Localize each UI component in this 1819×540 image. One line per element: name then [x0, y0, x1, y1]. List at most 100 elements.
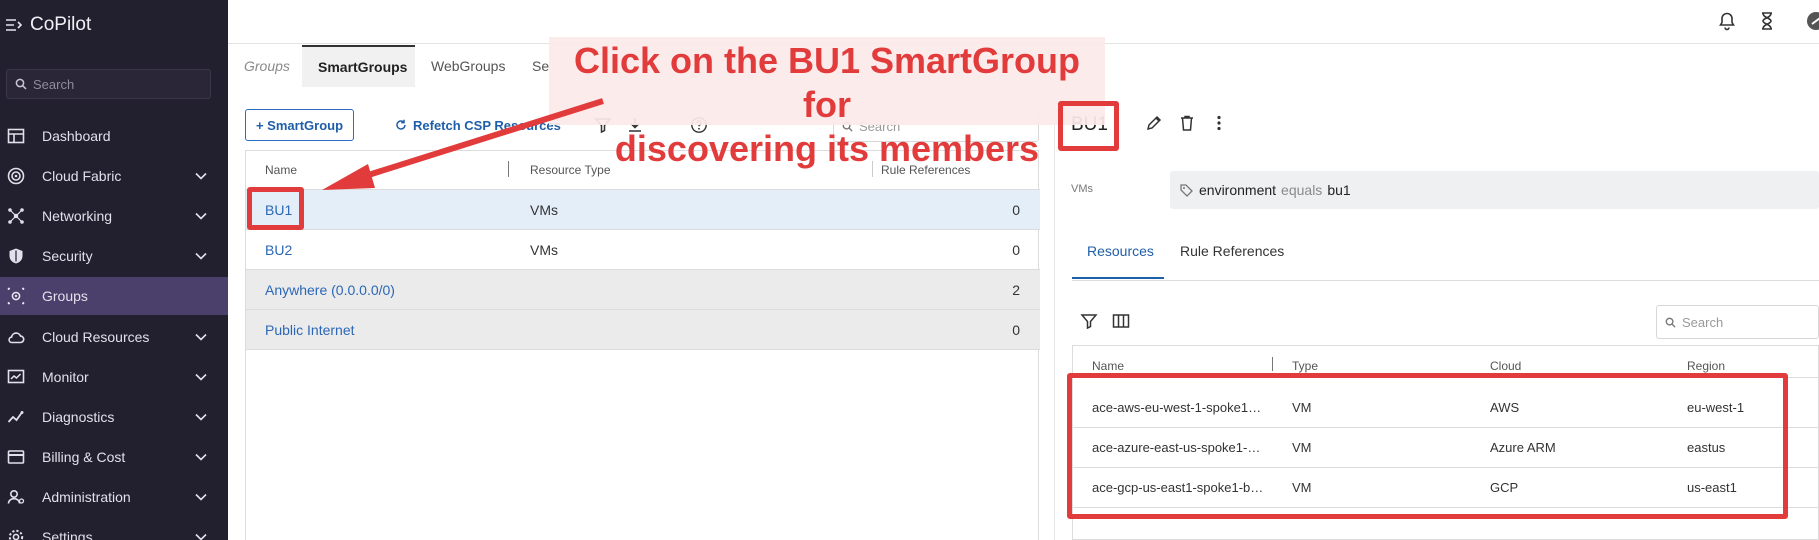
- sidebar-item-cloud-fabric[interactable]: Cloud Fabric: [0, 157, 228, 195]
- resources-search-input[interactable]: Search: [1656, 305, 1819, 339]
- sidebar-item-dashboard[interactable]: Dashboard: [0, 117, 228, 155]
- tab-resources[interactable]: Resources: [1072, 243, 1164, 279]
- group-name-link[interactable]: BU2: [265, 242, 292, 258]
- sidebar-item-administration[interactable]: Administration: [0, 478, 228, 516]
- sidebar-item-label: Billing & Cost: [42, 449, 126, 465]
- bell-icon[interactable]: [1717, 11, 1737, 31]
- highlight-bu1-row: [247, 187, 304, 230]
- chevron-down-icon: [195, 172, 207, 180]
- refetch-csp-resources-button[interactable]: Refetch CSP Resources: [395, 112, 561, 138]
- resource-type: VMs: [530, 242, 558, 258]
- rule-references-count: 2: [1012, 282, 1020, 298]
- tab-underline: [1072, 280, 1819, 281]
- networking-icon: [8, 208, 24, 224]
- column-header-type[interactable]: Type: [1292, 359, 1318, 373]
- sidebar-item-label: Dashboard: [42, 128, 111, 144]
- annotation-text: Click on the BU1 SmartGroup for discover…: [549, 39, 1105, 171]
- column-resize-handle[interactable]: [508, 161, 509, 177]
- chevron-down-icon: [195, 413, 207, 421]
- sidebar-item-monitor[interactable]: Monitor: [0, 358, 228, 396]
- brand[interactable]: CoPilot: [6, 12, 91, 38]
- cloud-fabric-icon: [7, 167, 25, 185]
- sidebar-item-label: Monitor: [42, 369, 89, 385]
- sidebar-item-diagnostics[interactable]: Diagnostics: [0, 398, 228, 436]
- column-header-region[interactable]: Region: [1687, 359, 1725, 373]
- tab-smartgroups[interactable]: SmartGroups: [302, 45, 415, 87]
- highlight-detail-title: [1058, 101, 1119, 151]
- filter-icon[interactable]: [1080, 312, 1098, 330]
- table-row[interactable]: BU2 VMs 0: [246, 230, 1040, 270]
- administration-icon: [7, 489, 25, 504]
- column-header-name[interactable]: Name: [265, 163, 297, 177]
- search-icon: [1665, 317, 1676, 328]
- sidebar-item-label: Cloud Fabric: [42, 168, 122, 184]
- group-name-link[interactable]: Public Internet: [265, 322, 355, 338]
- billing-icon: [7, 450, 25, 464]
- chevron-down-icon: [195, 212, 207, 220]
- sidebar-item-label: Groups: [42, 288, 88, 304]
- search-placeholder: Search: [1682, 314, 1724, 330]
- delete-icon[interactable]: [1178, 114, 1196, 132]
- tab-groups[interactable]: Groups: [228, 45, 306, 87]
- shield-icon: [9, 248, 23, 264]
- resource-type: VMs: [530, 202, 558, 218]
- rule-references-count: 0: [1012, 322, 1020, 338]
- chevron-down-icon: [195, 453, 207, 461]
- columns-icon[interactable]: [1112, 312, 1130, 330]
- column-resize-handle[interactable]: [1272, 357, 1273, 371]
- column-header-cloud[interactable]: Cloud: [1490, 359, 1521, 373]
- refresh-icon: [396, 119, 406, 130]
- sidebar-search-input[interactable]: Search: [6, 69, 211, 99]
- refetch-label: Refetch CSP Resources: [413, 117, 561, 133]
- sidebar-item-networking[interactable]: Networking: [0, 197, 228, 235]
- sidebar-item-groups[interactable]: Groups: [0, 277, 228, 315]
- tag-icon: [1180, 183, 1193, 197]
- rule-references-count: 0: [1012, 242, 1020, 258]
- rule-references-count: 0: [1012, 202, 1020, 218]
- table-row[interactable]: Public Internet 0: [246, 310, 1040, 350]
- diagnostics-icon: [7, 411, 24, 423]
- add-smartgroup-button[interactable]: + SmartGroup: [245, 109, 354, 141]
- sidebar-item-security[interactable]: Security: [0, 237, 228, 275]
- annotation-line-2: discovering its members: [614, 128, 1040, 169]
- smartgroup-rule: environment equals bu1: [1170, 171, 1819, 209]
- sidebar-item-billing-cost[interactable]: Billing & Cost: [0, 438, 228, 476]
- sidebar-item-label: Diagnostics: [42, 409, 115, 425]
- table-row[interactable]: BU1 VMs 0: [246, 190, 1040, 230]
- edit-icon[interactable]: [1145, 114, 1163, 132]
- tab-webgroups[interactable]: WebGroups: [415, 45, 521, 87]
- table-row[interactable]: Anywhere (0.0.0.0/0) 2: [246, 270, 1040, 310]
- monitor-icon: [7, 369, 25, 384]
- rule-operator: equals: [1281, 182, 1323, 198]
- chevron-down-icon: [195, 373, 207, 381]
- sidebar-item-label: Networking: [42, 208, 113, 224]
- rule-key: environment: [1199, 182, 1277, 198]
- chevron-down-icon: [195, 333, 207, 341]
- sidebar-item-settings[interactable]: Settings: [0, 518, 228, 540]
- search-icon: [15, 78, 27, 90]
- column-header-name[interactable]: Name: [1092, 359, 1124, 373]
- cloud-icon: [8, 332, 25, 344]
- sidebar-item-label: Security: [42, 248, 93, 264]
- sidebar-item-cloud-resources[interactable]: Cloud Resources: [0, 318, 228, 356]
- sidebar-item-label: Administration: [42, 489, 131, 505]
- sidebar-item-label: Cloud Resources: [42, 329, 150, 345]
- menu-collapse-icon[interactable]: [6, 18, 22, 32]
- highlight-resources: [1067, 373, 1788, 519]
- rule-value: bu1: [1327, 182, 1351, 198]
- hourglass-icon[interactable]: [1757, 11, 1777, 31]
- tab-rule-references[interactable]: Rule References: [1180, 243, 1284, 279]
- user-avatar-icon[interactable]: [1806, 11, 1819, 31]
- more-vertical-icon[interactable]: [1210, 114, 1228, 132]
- sidebar-item-label: Settings: [42, 529, 93, 540]
- chevron-down-icon: [195, 252, 207, 260]
- group-name-link[interactable]: Anywhere (0.0.0.0/0): [265, 282, 395, 298]
- sidebar-search-placeholder: Search: [33, 76, 75, 92]
- chevron-down-icon: [195, 493, 207, 501]
- annotation-line-1: Click on the BU1 SmartGroup for: [573, 40, 1081, 125]
- sidebar: CoPilot Search Dashboard Cloud Fabric Ne…: [0, 0, 228, 540]
- dashboard-icon: [7, 128, 25, 144]
- vms-label: VMs: [1071, 183, 1093, 195]
- groups-icon: [7, 287, 25, 305]
- smartgroups-table: Name Resource Type Rule References BU1 V…: [245, 150, 1040, 540]
